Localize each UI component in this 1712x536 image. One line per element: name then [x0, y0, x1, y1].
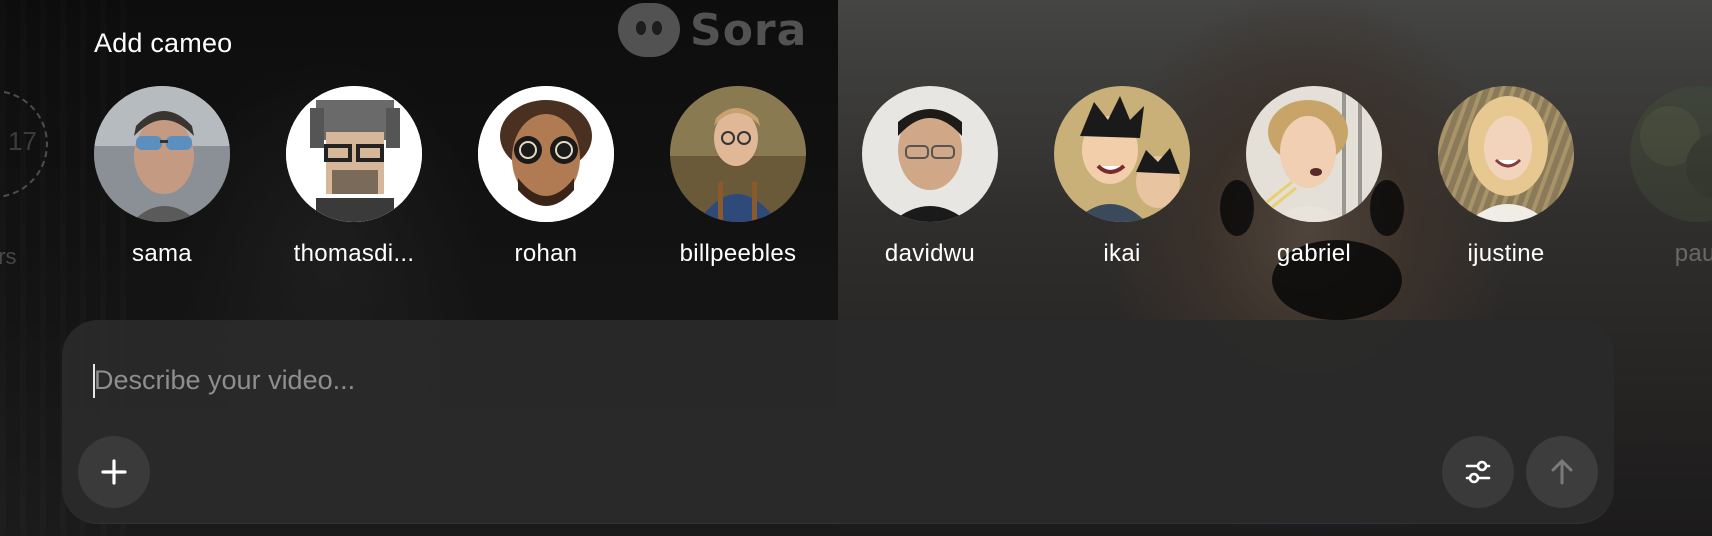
avatar-thomasdi-image — [286, 86, 422, 222]
cameo-name: gabriel — [1276, 240, 1352, 267]
sora-compose-screen: 17 urs Sora Add cameo sama — [0, 0, 1712, 536]
settings-button[interactable] — [1442, 436, 1514, 508]
avatar-ijustine-image — [1438, 86, 1574, 222]
cameo-list[interactable]: sama thomasdi... rohan billpeebles david… — [0, 86, 1712, 286]
avatar — [94, 86, 230, 222]
avatar — [1630, 86, 1712, 222]
cameo-name: davidwu — [884, 240, 976, 267]
avatar-davidwu-image — [862, 86, 998, 222]
cameo-name: billpeebles — [679, 240, 797, 267]
cameo-name: ikai — [1103, 240, 1141, 267]
cameo-item-paul[interactable]: paul — [1612, 86, 1712, 268]
avatar — [286, 86, 422, 222]
avatar-rohan-image — [478, 86, 614, 222]
cameo-name: paul — [1674, 240, 1712, 267]
cameo-name: thomasdi... — [293, 240, 415, 267]
add-button[interactable] — [78, 436, 150, 508]
avatar-billpeebles-image — [670, 86, 806, 222]
avatar — [1246, 86, 1382, 222]
prompt-composer — [62, 320, 1614, 524]
send-button[interactable] — [1526, 436, 1598, 508]
cameo-item-sama[interactable]: sama — [76, 86, 248, 268]
cameo-name: sama — [132, 240, 192, 267]
avatar-ikai-image — [1054, 86, 1190, 222]
cameo-item-thomasdi[interactable]: thomasdi... — [268, 86, 440, 268]
avatar — [670, 86, 806, 222]
avatar-sama-image — [94, 86, 230, 222]
cameo-name: rohan — [514, 240, 578, 267]
text-caret — [93, 364, 95, 398]
sora-logo-icon — [618, 3, 680, 57]
avatar — [478, 86, 614, 222]
avatar — [1438, 86, 1574, 222]
sora-watermark: Sora — [618, 0, 807, 60]
arrow-up-icon — [1551, 459, 1573, 485]
avatar-paul-image — [1630, 86, 1712, 222]
plus-icon — [101, 459, 127, 485]
prompt-input[interactable] — [92, 360, 1474, 400]
avatar — [1054, 86, 1190, 222]
cameo-item-ijustine[interactable]: ijustine — [1420, 86, 1592, 268]
avatar-gabriel-image — [1246, 86, 1382, 222]
sliders-icon — [1465, 460, 1491, 484]
cameo-item-davidwu[interactable]: davidwu — [844, 86, 1016, 268]
cameo-item-rohan[interactable]: rohan — [460, 86, 632, 268]
add-cameo-title: Add cameo — [94, 28, 233, 58]
cameo-name: ijustine — [1467, 240, 1545, 267]
avatar — [862, 86, 998, 222]
cameo-item-gabriel[interactable]: gabriel — [1228, 86, 1400, 268]
cameo-item-ikai[interactable]: ikai — [1036, 86, 1208, 268]
sora-watermark-text: Sora — [690, 4, 808, 56]
cameo-item-billpeebles[interactable]: billpeebles — [652, 86, 824, 268]
